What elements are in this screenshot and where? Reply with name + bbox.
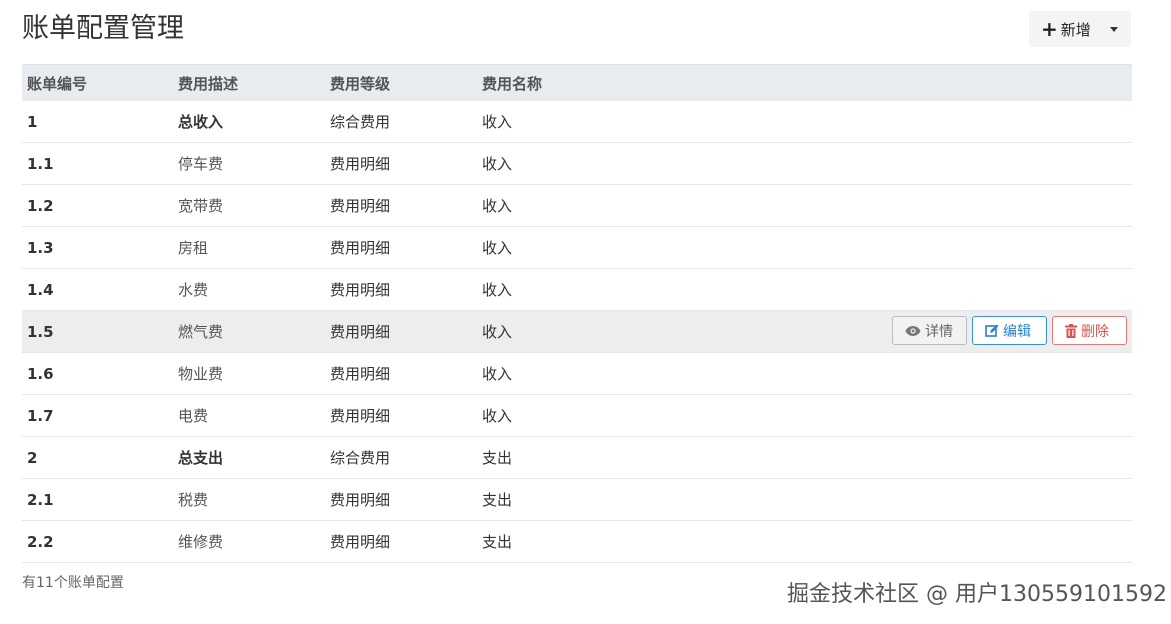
cell-name: 支出 xyxy=(482,491,513,509)
add-button[interactable]: + 新增 xyxy=(1029,11,1097,47)
column-header-level[interactable]: 费用等级 xyxy=(330,73,390,94)
eye-icon xyxy=(905,325,921,336)
cell-id: 1.2 xyxy=(27,196,54,215)
cell-name: 支出 xyxy=(482,533,513,551)
add-button-label: 新增 xyxy=(1060,20,1091,39)
add-button-group: + 新增 xyxy=(1029,11,1131,47)
table-row[interactable]: 2.2 维修费 费用明细 支出 xyxy=(22,521,1132,563)
column-header-desc[interactable]: 费用描述 xyxy=(178,73,238,94)
cell-name: 收入 xyxy=(482,407,513,425)
record-count: 有11个账单配置 xyxy=(22,575,124,591)
table-row[interactable]: 1.1 停车费 费用明细 收入 xyxy=(22,143,1132,185)
cell-desc: 总收入 xyxy=(178,113,224,131)
cell-desc: 宽带费 xyxy=(178,197,224,215)
cell-desc: 水费 xyxy=(178,281,209,299)
column-header-id[interactable]: 账单编号 xyxy=(27,73,87,94)
cell-desc: 维修费 xyxy=(178,533,224,551)
table-row[interactable]: 1.4 水费 费用明细 收入 xyxy=(22,269,1132,311)
cell-id: 1.3 xyxy=(27,238,54,257)
cell-level: 费用明细 xyxy=(330,155,391,173)
cell-desc: 停车费 xyxy=(178,155,224,173)
delete-button[interactable]: 删除 xyxy=(1052,316,1127,345)
cell-name: 收入 xyxy=(482,197,513,215)
table-header: 账单编号 费用描述 费用等级 费用名称 xyxy=(22,64,1132,101)
cell-id: 2.2 xyxy=(27,532,54,551)
cell-level: 费用明细 xyxy=(330,197,391,215)
cell-name: 收入 xyxy=(482,113,513,131)
cell-id: 1 xyxy=(27,112,38,131)
delete-button-label: 删除 xyxy=(1081,323,1109,340)
edit-button[interactable]: 编辑 xyxy=(972,316,1047,345)
cell-id: 2.1 xyxy=(27,490,54,509)
cell-desc: 物业费 xyxy=(178,365,224,383)
cell-desc: 房租 xyxy=(178,239,209,257)
cell-id: 1.6 xyxy=(27,364,54,383)
table-row[interactable]: 1.7 电费 费用明细 收入 xyxy=(22,395,1132,437)
cell-desc: 燃气费 xyxy=(178,323,224,341)
cell-id: 1.5 xyxy=(27,322,54,341)
cell-id: 1.1 xyxy=(27,154,54,173)
view-button[interactable]: 详情 xyxy=(892,316,967,345)
cell-name: 支出 xyxy=(482,449,513,467)
cell-name: 收入 xyxy=(482,281,513,299)
cell-id: 1.4 xyxy=(27,280,54,299)
cell-id: 1.7 xyxy=(27,406,54,425)
view-button-label: 详情 xyxy=(925,323,953,340)
plus-icon: + xyxy=(1041,17,1058,41)
page-title: 账单配置管理 xyxy=(22,13,184,44)
cell-name: 收入 xyxy=(482,155,513,173)
cell-level: 费用明细 xyxy=(330,407,391,425)
cell-level: 费用明细 xyxy=(330,533,391,551)
edit-icon xyxy=(985,324,999,337)
trash-icon xyxy=(1065,323,1077,338)
table-row[interactable]: 2 总支出 综合费用 支出 xyxy=(22,437,1132,479)
cell-desc: 总支出 xyxy=(178,449,224,467)
cell-name: 收入 xyxy=(482,239,513,257)
cell-id: 2 xyxy=(27,448,38,467)
cell-level: 费用明细 xyxy=(330,239,391,257)
table-row[interactable]: 1.6 物业费 费用明细 收入 xyxy=(22,353,1132,395)
cell-level: 费用明细 xyxy=(330,365,391,383)
table-body: 1 总收入 综合费用 收入 1.1 停车费 费用明细 收入 1.2 宽带费 费用明细 收入 1.3 房租费… xyxy=(22,101,1132,563)
cell-desc: 电费 xyxy=(178,407,209,425)
cell-level: 费用明细 xyxy=(330,281,391,299)
cell-level: 费用明细 xyxy=(330,491,391,509)
watermark: 掘金技术社区 @ 用户130559101592 xyxy=(787,582,1167,607)
table-row[interactable]: 1.2 宽带费 费用明细 收入 xyxy=(22,185,1132,227)
cell-level: 综合费用 xyxy=(330,449,391,467)
cell-level: 综合费用 xyxy=(330,113,391,131)
chevron-down-icon xyxy=(1109,26,1118,32)
bill-config-table: 账单编号 费用描述 费用等级 费用名称 1 总收入 综合费用 收入 1.1 停车费 费用明细… xyxy=(22,64,1132,563)
add-dropdown-toggle[interactable] xyxy=(1097,11,1131,47)
edit-button-label: 编辑 xyxy=(1003,323,1031,340)
table-row[interactable]: 2.1 税费 费用明细 支出 xyxy=(22,479,1132,521)
row-actions: 详情 编辑 删除 xyxy=(892,316,1127,345)
cell-level: 费用明细 xyxy=(330,323,391,341)
table-row[interactable]: 1 总收入 综合费用 收入 xyxy=(22,101,1132,143)
column-header-name[interactable]: 费用名称 xyxy=(482,73,542,94)
cell-name: 收入 xyxy=(482,365,513,383)
cell-name: 收入 xyxy=(482,323,513,341)
cell-desc: 税费 xyxy=(178,491,209,509)
table-row[interactable]: 1.3 房租 费用明细 收入 xyxy=(22,227,1132,269)
table-row[interactable]: 1.5 燃气费 费用明细 收入 详情 编辑 删除 xyxy=(22,311,1132,353)
